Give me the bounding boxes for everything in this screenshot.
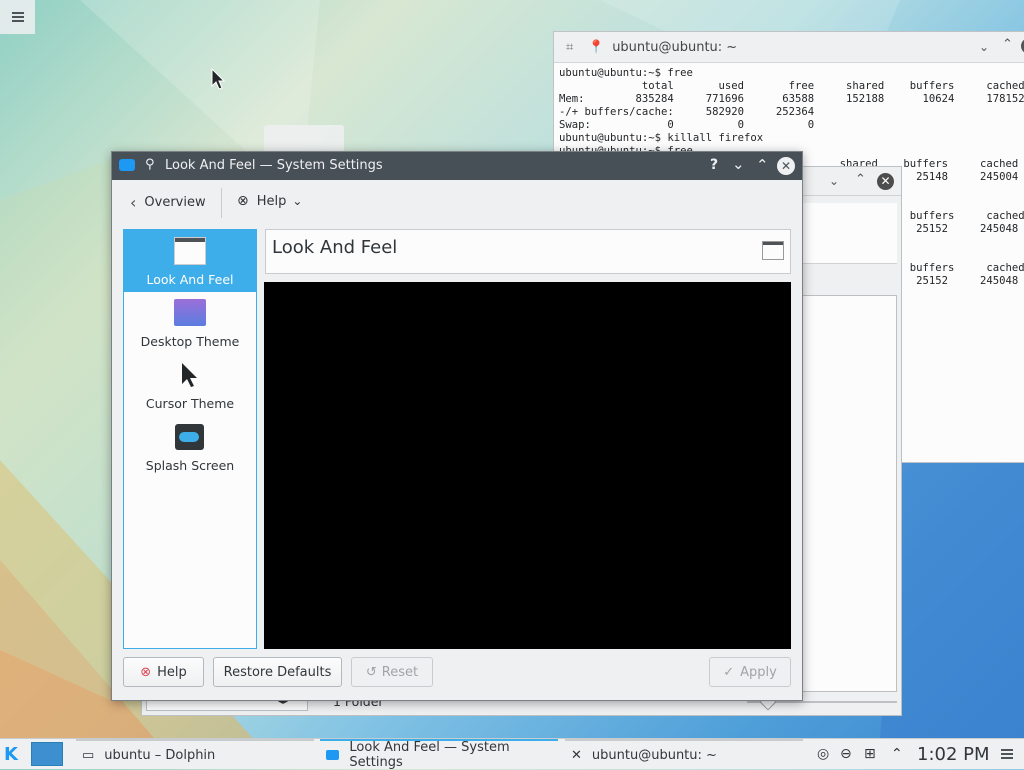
restore-defaults-button[interactable]: Restore Defaults xyxy=(213,657,342,687)
menu-icon xyxy=(1001,749,1013,759)
reset-button[interactable]: ↺ Reset xyxy=(351,657,433,687)
folder-icon: ▭ xyxy=(82,747,95,763)
panel-menu-button[interactable] xyxy=(1001,739,1013,769)
help-icon: ⊗ xyxy=(140,664,152,680)
category-look-and-feel[interactable]: Look And Feel xyxy=(124,230,256,292)
dolphin-close-button[interactable]: ✕ xyxy=(877,173,894,190)
tray-expand-icon[interactable]: ⌃ xyxy=(891,739,903,769)
terminal-title: ubuntu@ubuntu: ~ xyxy=(612,39,738,55)
dolphin-file-view[interactable] xyxy=(802,295,897,692)
pager-desktop xyxy=(31,742,63,766)
page-window-icon xyxy=(762,241,784,260)
checkmark-icon: ✓ xyxy=(723,664,735,680)
content-area[interactable] xyxy=(264,282,791,649)
terminal-icon: ✕ xyxy=(571,747,582,763)
terminal-line: Swap: 0 0 0 xyxy=(559,119,815,131)
pin-icon[interactable]: 📍 xyxy=(588,40,604,55)
taskbar: K ▭ ubuntu – Dolphin Look And Feel — Sys… xyxy=(0,738,1024,770)
application-launcher-icon[interactable]: K xyxy=(4,739,26,769)
window-icon xyxy=(174,237,206,265)
apply-button[interactable]: ✓ Apply xyxy=(709,657,791,687)
terminal-line: -/+ buffers/cache: 582920 252364 xyxy=(559,106,815,118)
task-label: ubuntu@ubuntu: ~ xyxy=(591,747,717,763)
close-button[interactable]: ✕ xyxy=(777,157,795,175)
toolbar-separator xyxy=(221,188,222,218)
overview-button[interactable]: ‹ Overview xyxy=(130,193,206,212)
task-label: Look And Feel — System Settings xyxy=(349,740,510,770)
pin-icon[interactable]: ⚲ xyxy=(145,157,155,172)
lifebuoy-icon: ⊗ xyxy=(237,193,249,209)
desktop-toolbox-button[interactable] xyxy=(0,0,35,34)
reset-label: Reset xyxy=(381,664,419,680)
settings-app-icon xyxy=(119,159,135,171)
task-label: ubuntu – Dolphin xyxy=(104,747,216,763)
category-cursor-theme[interactable]: Cursor Theme xyxy=(124,354,256,416)
clock[interactable]: 1:02 PM xyxy=(917,739,990,769)
window-title: Look And Feel — System Settings xyxy=(165,158,383,173)
page-title: Look And Feel xyxy=(272,237,398,258)
task-terminal[interactable]: ✕ ubuntu@ubuntu: ~ xyxy=(565,739,803,769)
overview-label: Overview xyxy=(144,195,206,210)
category-sidebar: Look And Feel Desktop Theme Cursor Theme… xyxy=(123,229,257,649)
category-label: Cursor Theme xyxy=(145,396,235,411)
task-dolphin[interactable]: ▭ ubuntu – Dolphin xyxy=(76,739,314,769)
updates-tray-icon[interactable]: ◎ xyxy=(817,739,829,769)
task-system-settings[interactable]: Look And Feel — System Settings xyxy=(320,739,558,770)
category-desktop-theme[interactable]: Desktop Theme xyxy=(124,292,256,354)
terminal-icon: ⌗ xyxy=(566,39,574,55)
terminal-maximize-button[interactable]: ⌃ xyxy=(1002,37,1013,52)
clipboard-tray-icon[interactable]: ⊖ xyxy=(840,739,852,769)
help-button[interactable]: ⊗ Help xyxy=(123,657,204,687)
dolphin-minimize-button[interactable]: ⌄ xyxy=(829,174,839,188)
cursor-icon xyxy=(182,363,197,387)
terminal-minimize-button[interactable]: ⌄ xyxy=(979,40,989,54)
terminal-line: ubuntu@ubuntu:~$ killall firefox xyxy=(559,132,764,144)
context-help-button[interactable]: ? xyxy=(710,157,718,173)
help-button-label: Help xyxy=(157,664,187,680)
help-menu-button[interactable]: ⊗ Help ⌄ xyxy=(237,193,302,209)
category-splash-screen[interactable]: Splash Screen xyxy=(124,416,256,478)
terminal-line: Mem: 835284 771696 63588 152188 10624 17… xyxy=(559,93,1024,105)
terminal-line: ubuntu@ubuntu:~$ free xyxy=(559,67,693,79)
maximize-button[interactable]: ⌃ xyxy=(756,156,769,174)
apply-label: Apply xyxy=(740,664,777,680)
chevron-down-icon: ⌄ xyxy=(292,194,303,208)
minimize-button[interactable]: ⌄ xyxy=(732,155,745,173)
system-settings-window[interactable]: ⚲ Look And Feel — System Settings ? ⌄ ⌃ … xyxy=(111,151,803,701)
restore-defaults-label: Restore Defaults xyxy=(223,664,332,680)
settings-icon xyxy=(326,750,340,760)
settings-titlebar[interactable]: ⚲ Look And Feel — System Settings ? ⌄ ⌃ … xyxy=(112,152,802,180)
dolphin-toolbar xyxy=(802,203,897,264)
theme-icon xyxy=(174,299,206,326)
reset-icon: ↺ xyxy=(365,664,377,680)
terminal-titlebar[interactable]: ⌗ 📍 ubuntu@ubuntu: ~ xyxy=(554,32,1024,63)
terminal-line: total used free shared buffers cached xyxy=(559,80,1024,92)
splash-icon xyxy=(175,424,204,450)
menu-icon xyxy=(11,12,24,22)
mouse-cursor-icon xyxy=(211,68,225,90)
category-label: Look And Feel xyxy=(146,272,234,287)
help-menu-label: Help xyxy=(256,193,287,209)
category-label: Desktop Theme xyxy=(140,334,240,349)
page-header: Look And Feel xyxy=(265,229,791,274)
dolphin-maximize-button[interactable]: ⌃ xyxy=(855,172,866,187)
category-label: Splash Screen xyxy=(145,458,235,473)
network-tray-icon[interactable]: ⊞ xyxy=(864,739,876,769)
back-arrow-icon: ‹ xyxy=(130,193,137,212)
pager-button[interactable] xyxy=(31,739,65,769)
